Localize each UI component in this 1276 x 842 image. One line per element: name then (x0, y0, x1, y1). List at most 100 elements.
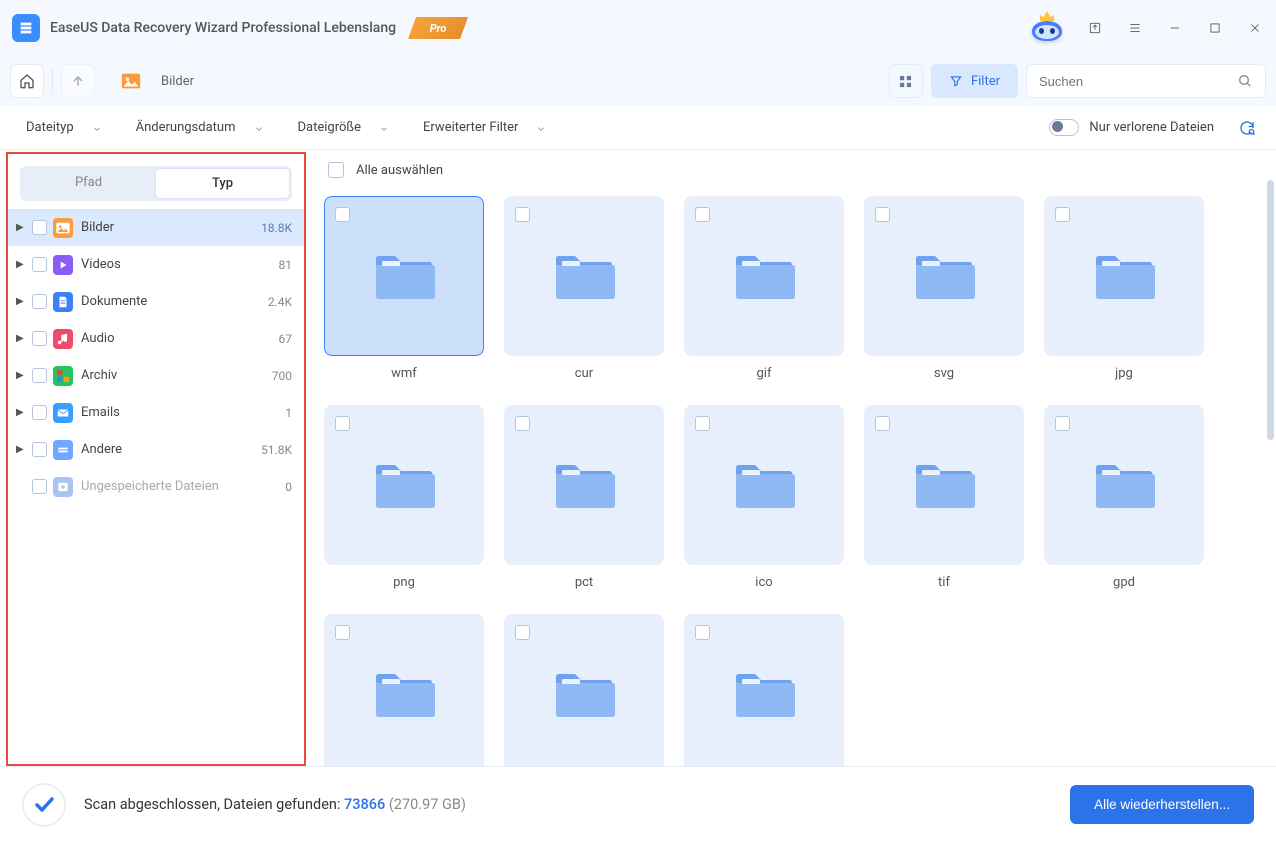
folder-card[interactable]: pct (504, 405, 664, 590)
expand-arrow-icon[interactable]: ▶ (16, 444, 28, 455)
search-box[interactable] (1026, 64, 1266, 98)
folder-checkbox[interactable] (335, 207, 350, 222)
folder-card[interactable] (324, 614, 484, 766)
check-icon (22, 783, 66, 827)
tree-item-andere[interactable]: ▶Andere51.8K (8, 431, 304, 468)
folder-checkbox[interactable] (1055, 416, 1070, 431)
tree-item-archiv[interactable]: ▶Archiv700 (8, 357, 304, 394)
tab-path[interactable]: Pfad (22, 168, 155, 199)
folder-checkbox[interactable] (1055, 207, 1070, 222)
folder-name: pct (575, 575, 593, 590)
category-icon (53, 366, 73, 386)
advanced-filter-dropdown[interactable]: Erweiterter Filter (415, 114, 554, 141)
titlebar: EaseUS Data Recovery Wizard Professional… (0, 0, 1276, 56)
folder-checkbox[interactable] (875, 416, 890, 431)
status-bar: Scan abgeschlossen, Dateien gefunden: 73… (0, 766, 1276, 842)
folder-card[interactable]: cur (504, 196, 664, 381)
folder-card[interactable]: svg (864, 196, 1024, 381)
folder-checkbox[interactable] (515, 416, 530, 431)
tree-checkbox[interactable] (32, 479, 47, 494)
tab-type[interactable]: Typ (155, 168, 290, 199)
filter-label: Filter (971, 74, 1000, 89)
folder-checkbox[interactable] (335, 625, 350, 640)
app-title: EaseUS Data Recovery Wizard Professional… (50, 20, 396, 36)
folder-checkbox[interactable] (695, 625, 710, 640)
select-all-checkbox[interactable] (328, 162, 344, 178)
folder-thumbnail[interactable] (864, 405, 1024, 565)
folder-card[interactable]: ico (684, 405, 844, 590)
folder-thumbnail[interactable] (324, 196, 484, 356)
folder-thumbnail[interactable] (504, 405, 664, 565)
grid-view-button[interactable] (889, 64, 923, 98)
folder-card[interactable] (504, 614, 664, 766)
minimize-icon[interactable] (1166, 19, 1184, 37)
tree-item-bilder[interactable]: ▶Bilder18.8K (8, 209, 304, 246)
tree-checkbox[interactable] (32, 442, 47, 457)
folder-card[interactable]: wmf (324, 196, 484, 381)
tree-checkbox[interactable] (32, 294, 47, 309)
folder-thumbnail[interactable] (504, 614, 664, 766)
folder-card[interactable]: tif (864, 405, 1024, 590)
folder-checkbox[interactable] (515, 207, 530, 222)
folder-card[interactable] (684, 614, 844, 766)
folder-checkbox[interactable] (875, 207, 890, 222)
folder-checkbox[interactable] (695, 416, 710, 431)
expand-arrow-icon[interactable]: ▶ (16, 222, 28, 233)
tree-item-emails[interactable]: ▶Emails1 (8, 394, 304, 431)
tree-checkbox[interactable] (32, 331, 47, 346)
folder-thumbnail[interactable] (1044, 196, 1204, 356)
tree-checkbox[interactable] (32, 220, 47, 235)
menu-icon[interactable] (1126, 19, 1144, 37)
vertical-scrollbar[interactable] (1264, 180, 1276, 700)
filter-button[interactable]: Filter (931, 64, 1018, 98)
chevron-down-icon (254, 123, 264, 133)
moddate-dropdown[interactable]: Änderungsdatum (128, 114, 272, 141)
tree-checkbox[interactable] (32, 368, 47, 383)
tree-label: Archiv (81, 368, 272, 383)
category-icon (53, 292, 73, 312)
lost-files-toggle[interactable]: Nur verlorene Dateien (1049, 119, 1214, 136)
recover-all-button[interactable]: Alle wiederherstellen... (1070, 785, 1254, 824)
folder-thumbnail[interactable] (684, 196, 844, 356)
close-icon[interactable] (1246, 19, 1264, 37)
folder-thumbnail[interactable] (324, 614, 484, 766)
folder-card[interactable]: png (324, 405, 484, 590)
tree-item-ungespeicherte-dateien[interactable]: Ungespeicherte Dateien0 (8, 468, 304, 505)
mascot-icon[interactable] (1030, 13, 1064, 43)
switch-icon[interactable] (1049, 119, 1079, 136)
tree-count: 51.8K (261, 443, 292, 457)
folder-thumbnail[interactable] (684, 405, 844, 565)
tree-item-audio[interactable]: ▶Audio67 (8, 320, 304, 357)
folder-checkbox[interactable] (335, 416, 350, 431)
folder-thumbnail[interactable] (864, 196, 1024, 356)
filetype-dropdown[interactable]: Dateityp (18, 114, 110, 141)
category-icon (53, 255, 73, 275)
folder-thumbnail[interactable] (324, 405, 484, 565)
maximize-icon[interactable] (1206, 19, 1224, 37)
tree-checkbox[interactable] (32, 405, 47, 420)
folder-card[interactable]: gpd (1044, 405, 1204, 590)
folder-checkbox[interactable] (695, 207, 710, 222)
tree-item-videos[interactable]: ▶Videos81 (8, 246, 304, 283)
tree-checkbox[interactable] (32, 257, 47, 272)
folder-card[interactable]: jpg (1044, 196, 1204, 381)
folder-card[interactable]: gif (684, 196, 844, 381)
expand-arrow-icon[interactable]: ▶ (16, 296, 28, 307)
folder-name: tif (938, 575, 950, 590)
expand-arrow-icon[interactable]: ▶ (16, 259, 28, 270)
expand-arrow-icon[interactable]: ▶ (16, 333, 28, 344)
select-all-row[interactable]: Alle auswählen (324, 162, 1268, 178)
folder-thumbnail[interactable] (684, 614, 844, 766)
share-icon[interactable] (1086, 19, 1104, 37)
toolbar: Bilder Filter (0, 56, 1276, 106)
rescan-button[interactable] (1236, 117, 1258, 139)
search-input[interactable] (1039, 74, 1237, 89)
folder-thumbnail[interactable] (1044, 405, 1204, 565)
tree-item-dokumente[interactable]: ▶Dokumente2.4K (8, 283, 304, 320)
folder-thumbnail[interactable] (504, 196, 664, 356)
folder-checkbox[interactable] (515, 625, 530, 640)
filesize-dropdown[interactable]: Dateigröße (290, 114, 398, 141)
expand-arrow-icon[interactable]: ▶ (16, 407, 28, 418)
home-button[interactable] (10, 64, 44, 98)
expand-arrow-icon[interactable]: ▶ (16, 370, 28, 381)
